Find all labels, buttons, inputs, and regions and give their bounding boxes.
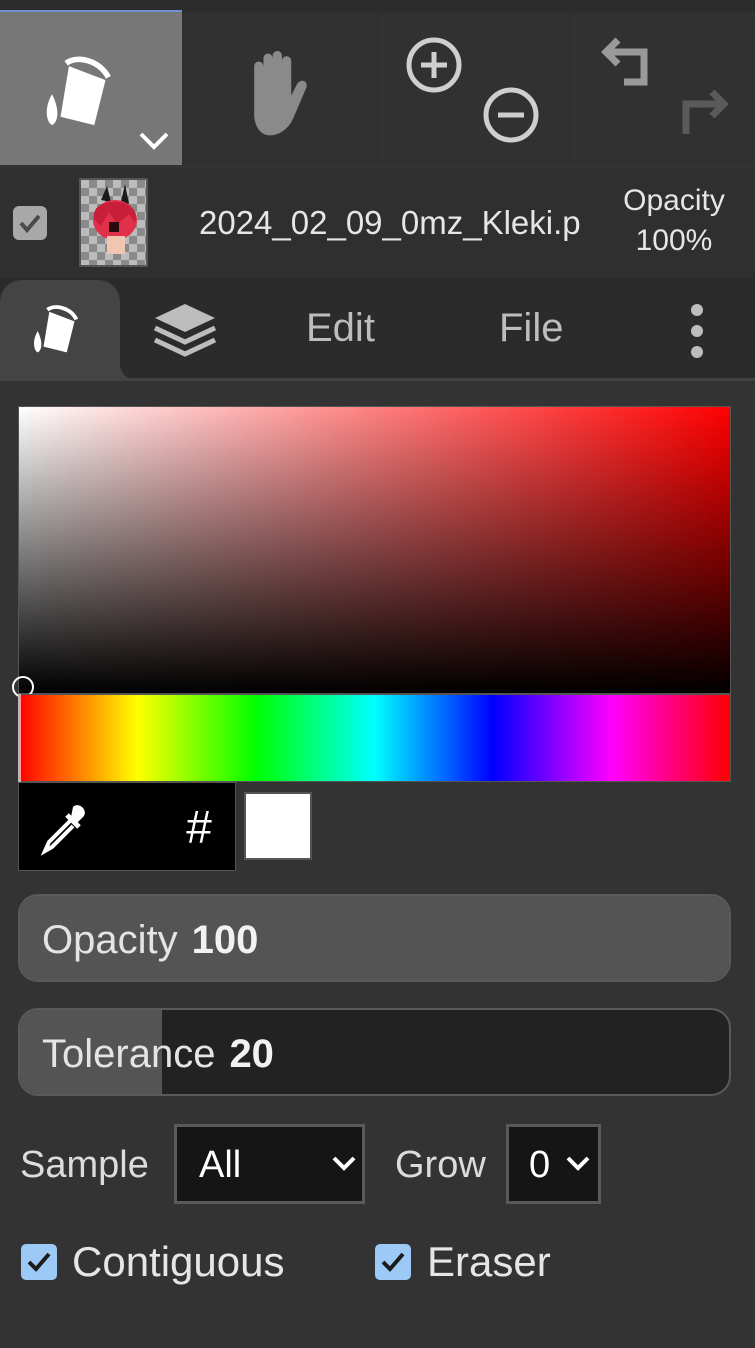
zoom-out-icon[interactable] (482, 86, 540, 144)
eyedropper-icon (40, 805, 85, 856)
tab-divider (0, 378, 755, 381)
chevron-down-icon (332, 1156, 356, 1171)
checkmark-icon (19, 214, 41, 234)
opacity-slider-text: Opacity 100 (42, 918, 258, 963)
tolerance-slider[interactable]: Tolerance 20 (18, 1008, 731, 1096)
fill-tool-button[interactable] (0, 12, 182, 165)
current-color-swatch[interactable] (244, 792, 312, 860)
layer-name[interactable]: 2024_02_09_0mz_Kleki.p (199, 204, 589, 244)
grow-select[interactable]: 0 (506, 1124, 601, 1204)
tolerance-slider-label: Tolerance (42, 1032, 216, 1076)
paint-bucket-icon (46, 56, 111, 126)
opacity-slider[interactable]: Opacity 100 (18, 894, 731, 982)
hex-input-button[interactable]: # (169, 799, 229, 855)
checkmark-icon (27, 1252, 51, 1272)
grow-label: Grow (395, 1144, 486, 1186)
hue-slider-handle[interactable] (18, 694, 21, 782)
paint-bucket-icon (34, 305, 79, 353)
panel-tabs: Edit File (0, 278, 755, 380)
eraser-checkbox[interactable] (375, 1244, 411, 1280)
layer-visibility-checkbox[interactable] (13, 206, 47, 240)
color-picker-tools: # (18, 782, 236, 871)
layer-opacity-value: 100% (635, 224, 713, 257)
zoom-buttons (378, 12, 568, 165)
redo-icon[interactable] (674, 84, 734, 144)
eraser-label[interactable]: Eraser (427, 1238, 551, 1286)
sample-label: Sample (20, 1144, 149, 1186)
tab-edit[interactable]: Edit (306, 306, 375, 351)
layer-thumbnail[interactable] (79, 178, 148, 267)
opacity-slider-label: Opacity (42, 918, 178, 962)
saturation-value-picker[interactable] (18, 406, 731, 694)
layer-opacity-label: Opacity (623, 184, 725, 217)
layer-preview-row: 2024_02_09_0mz_Kleki.p Opacity 100% (0, 168, 755, 278)
eyedropper-button[interactable] (19, 783, 119, 871)
checkmark-icon (381, 1252, 405, 1272)
hand-icon (254, 50, 307, 136)
layers-icon[interactable] (151, 300, 219, 362)
grow-select-value: 0 (529, 1144, 551, 1186)
tolerance-slider-value: 20 (229, 1032, 274, 1076)
contiguous-label[interactable]: Contiguous (72, 1238, 284, 1286)
opacity-slider-value: 100 (191, 918, 259, 962)
tab-fill[interactable] (0, 280, 136, 380)
chevron-down-icon (566, 1156, 590, 1171)
chevron-down-icon[interactable] (137, 130, 171, 152)
character-thumbnail-icon (93, 184, 137, 254)
more-options-icon[interactable] (686, 302, 708, 360)
hand-tool-button[interactable] (184, 12, 376, 165)
undo-redo-buttons (570, 12, 755, 165)
tolerance-slider-text: Tolerance 20 (42, 1032, 274, 1077)
hue-slider[interactable] (18, 694, 731, 782)
sample-select[interactable]: All (174, 1124, 365, 1204)
zoom-in-icon[interactable] (405, 36, 463, 94)
contiguous-checkbox[interactable] (21, 1244, 57, 1280)
tab-file[interactable]: File (499, 306, 563, 351)
tool-row (0, 12, 755, 165)
sample-select-value: All (199, 1144, 242, 1186)
undo-icon[interactable] (596, 32, 656, 92)
